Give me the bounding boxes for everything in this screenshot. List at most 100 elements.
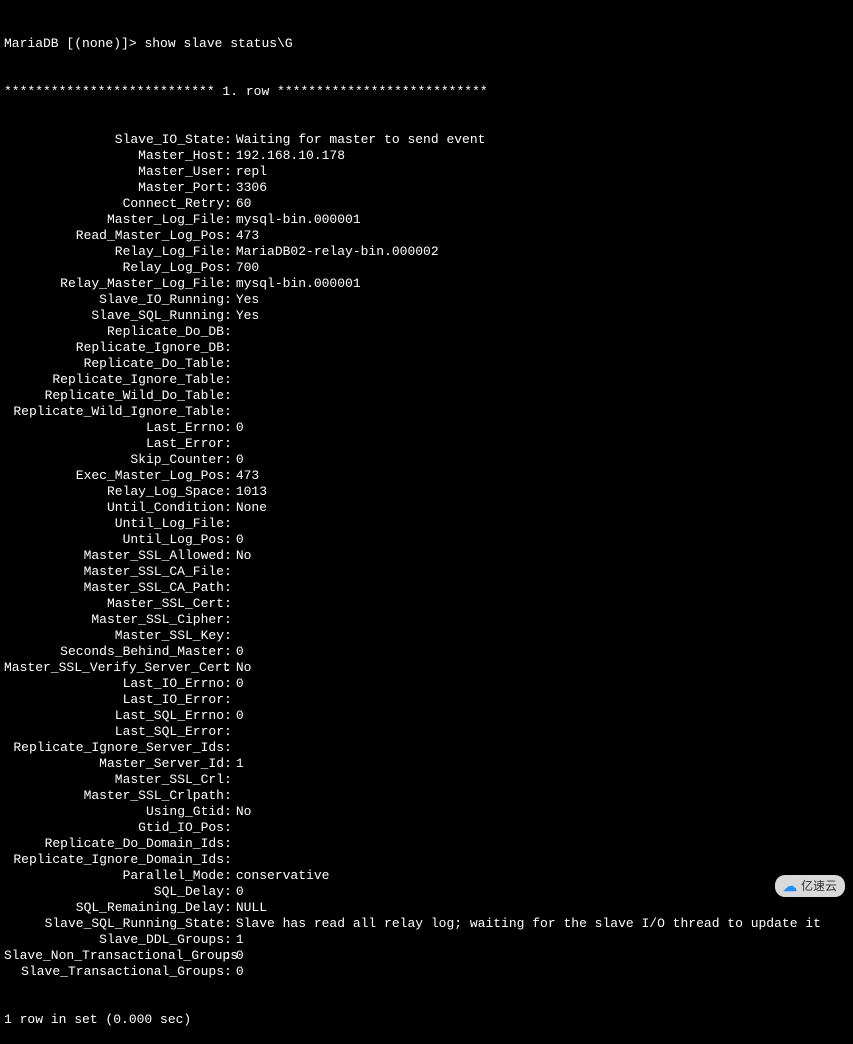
field-separator: : bbox=[224, 628, 232, 644]
field-label: Master_SSL_Key bbox=[4, 628, 224, 644]
field-value: None bbox=[232, 500, 267, 516]
field-separator: : bbox=[224, 900, 232, 916]
cloud-icon: ☁ bbox=[783, 878, 797, 894]
field-label: Replicate_Do_DB bbox=[4, 324, 224, 340]
field-label: Last_SQL_Errno bbox=[4, 708, 224, 724]
field-separator: : bbox=[224, 596, 232, 612]
field-value bbox=[232, 692, 236, 708]
field-separator: : bbox=[224, 804, 232, 820]
field-label: Master_Host bbox=[4, 148, 224, 164]
status-field-row: Replicate_Ignore_Server_Ids: bbox=[4, 740, 849, 756]
field-separator: : bbox=[224, 676, 232, 692]
field-separator: : bbox=[224, 164, 232, 180]
status-field-row: Relay_Log_Space:1013 bbox=[4, 484, 849, 500]
field-label: Master_SSL_Cert bbox=[4, 596, 224, 612]
status-field-row: SQL_Delay:0 bbox=[4, 884, 849, 900]
field-separator: : bbox=[224, 948, 232, 964]
field-label: Slave_Non_Transactional_Groups bbox=[4, 948, 224, 964]
status-field-row: Master_SSL_Cert: bbox=[4, 596, 849, 612]
status-field-row: Read_Master_Log_Pos:473 bbox=[4, 228, 849, 244]
status-field-row: Master_Port:3306 bbox=[4, 180, 849, 196]
field-label: Last_IO_Error bbox=[4, 692, 224, 708]
field-value bbox=[232, 580, 236, 596]
field-separator: : bbox=[224, 324, 232, 340]
field-separator: : bbox=[224, 516, 232, 532]
field-value bbox=[232, 852, 236, 868]
field-separator: : bbox=[224, 340, 232, 356]
field-label: Parallel_Mode bbox=[4, 868, 224, 884]
field-value bbox=[232, 772, 236, 788]
field-value: Yes bbox=[232, 292, 259, 308]
field-value: mysql-bin.000001 bbox=[232, 212, 361, 228]
field-label: Relay_Log_Space bbox=[4, 484, 224, 500]
status-field-row: Until_Condition:None bbox=[4, 500, 849, 516]
status-field-row: Last_Errno:0 bbox=[4, 420, 849, 436]
status-field-row: Last_SQL_Error: bbox=[4, 724, 849, 740]
field-separator: : bbox=[224, 564, 232, 580]
status-field-row: Slave_Transactional_Groups:0 bbox=[4, 964, 849, 980]
field-separator: : bbox=[224, 644, 232, 660]
terminal-output[interactable]: MariaDB [(none)]> show slave status\G **… bbox=[4, 4, 849, 1044]
status-field-row: Slave_SQL_Running:Yes bbox=[4, 308, 849, 324]
field-value: No bbox=[232, 804, 252, 820]
status-field-row: Gtid_IO_Pos: bbox=[4, 820, 849, 836]
status-field-row: Replicate_Ignore_DB: bbox=[4, 340, 849, 356]
field-value bbox=[232, 836, 236, 852]
field-separator: : bbox=[224, 820, 232, 836]
watermark-text: 亿速云 bbox=[801, 878, 837, 894]
status-field-row: Master_SSL_Key: bbox=[4, 628, 849, 644]
field-value bbox=[232, 724, 236, 740]
field-label: Master_User bbox=[4, 164, 224, 180]
field-separator: : bbox=[224, 756, 232, 772]
status-field-row: Replicate_Do_Table: bbox=[4, 356, 849, 372]
status-field-row: Slave_SQL_Running_State:Slave has read a… bbox=[4, 916, 849, 932]
field-separator: : bbox=[224, 500, 232, 516]
field-separator: : bbox=[224, 868, 232, 884]
status-field-row: Using_Gtid:No bbox=[4, 804, 849, 820]
field-label: Until_Log_Pos bbox=[4, 532, 224, 548]
status-field-row: Master_SSL_CA_File: bbox=[4, 564, 849, 580]
field-separator: : bbox=[224, 468, 232, 484]
field-value: 1 bbox=[232, 932, 244, 948]
field-value bbox=[232, 788, 236, 804]
status-field-row: Exec_Master_Log_Pos:473 bbox=[4, 468, 849, 484]
field-value bbox=[232, 596, 236, 612]
status-field-row: Slave_IO_State:Waiting for master to sen… bbox=[4, 132, 849, 148]
field-value: 1013 bbox=[232, 484, 267, 500]
status-field-row: Master_SSL_CA_Path: bbox=[4, 580, 849, 596]
field-separator: : bbox=[224, 212, 232, 228]
field-value bbox=[232, 820, 236, 836]
status-field-row: Master_SSL_Cipher: bbox=[4, 612, 849, 628]
field-separator: : bbox=[224, 372, 232, 388]
field-value: 0 bbox=[232, 676, 244, 692]
field-separator: : bbox=[224, 436, 232, 452]
field-value: No bbox=[232, 660, 252, 676]
field-separator: : bbox=[224, 836, 232, 852]
field-separator: : bbox=[224, 356, 232, 372]
field-label: Gtid_IO_Pos bbox=[4, 820, 224, 836]
field-separator: : bbox=[224, 180, 232, 196]
field-value: Waiting for master to send event bbox=[232, 132, 486, 148]
status-field-row: Replicate_Do_Domain_Ids: bbox=[4, 836, 849, 852]
field-separator: : bbox=[224, 740, 232, 756]
field-value: 700 bbox=[232, 260, 259, 276]
field-label: Relay_Log_Pos bbox=[4, 260, 224, 276]
status-field-row: Master_SSL_Crlpath: bbox=[4, 788, 849, 804]
status-field-row: Master_Log_File:mysql-bin.000001 bbox=[4, 212, 849, 228]
status-field-row: Last_IO_Error: bbox=[4, 692, 849, 708]
field-label: Master_SSL_Cipher bbox=[4, 612, 224, 628]
field-value bbox=[232, 404, 236, 420]
field-value bbox=[232, 356, 236, 372]
status-field-row: Until_Log_Pos:0 bbox=[4, 532, 849, 548]
status-field-row: Relay_Master_Log_File:mysql-bin.000001 bbox=[4, 276, 849, 292]
field-label: Exec_Master_Log_Pos bbox=[4, 468, 224, 484]
status-field-row: Master_SSL_Allowed:No bbox=[4, 548, 849, 564]
field-value: 0 bbox=[232, 452, 244, 468]
field-label: Master_SSL_Crl bbox=[4, 772, 224, 788]
field-value: mysql-bin.000001 bbox=[232, 276, 361, 292]
status-field-row: Relay_Log_Pos:700 bbox=[4, 260, 849, 276]
field-value: 0 bbox=[232, 884, 244, 900]
field-value bbox=[232, 372, 236, 388]
field-separator: : bbox=[224, 692, 232, 708]
field-value: No bbox=[232, 548, 252, 564]
